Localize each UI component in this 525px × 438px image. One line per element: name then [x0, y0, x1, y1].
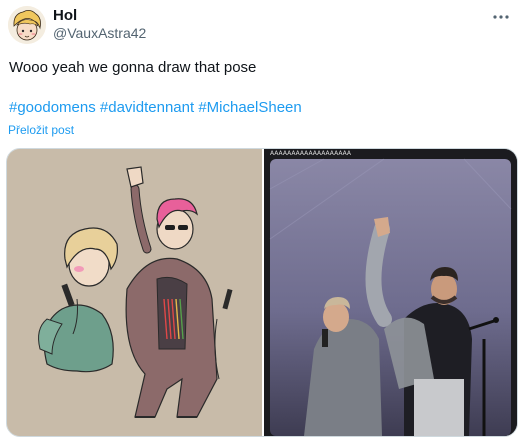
- concert-photo: [264, 149, 517, 436]
- media-grid: AAAAAAAAAAAAAAAAAAA: [6, 148, 518, 437]
- drawing-illustration: [7, 149, 262, 436]
- avatar[interactable]: [8, 6, 46, 44]
- hashtag-list: #goodomens #davidtennant #MichaelSheen: [9, 98, 302, 118]
- hashtag-michaelsheen[interactable]: #MichaelSheen: [198, 99, 301, 116]
- concert-photo-image[interactable]: AAAAAAAAAAAAAAAAAAA: [264, 149, 517, 436]
- hashtag-davidtennant[interactable]: #davidtennant: [100, 99, 194, 116]
- tweet-text: Wooo yeah we gonna draw that pose: [9, 59, 257, 76]
- avatar-illustration-icon: [8, 6, 46, 44]
- hashtag-goodomens[interactable]: #goodomens: [9, 99, 96, 116]
- translate-post-link[interactable]: Přeložit post: [8, 122, 74, 138]
- drawing-image[interactable]: [7, 149, 262, 436]
- author-handle[interactable]: @VauxAstra42: [53, 25, 146, 42]
- more-options-icon: [493, 15, 509, 19]
- more-options-button[interactable]: [487, 6, 515, 28]
- photo-caption: AAAAAAAAAAAAAAAAAAA: [270, 150, 351, 157]
- tweet-card[interactable]: Hol @VauxAstra42 Wooo yeah we gonna draw…: [0, 0, 525, 438]
- author-name[interactable]: Hol: [53, 7, 77, 25]
